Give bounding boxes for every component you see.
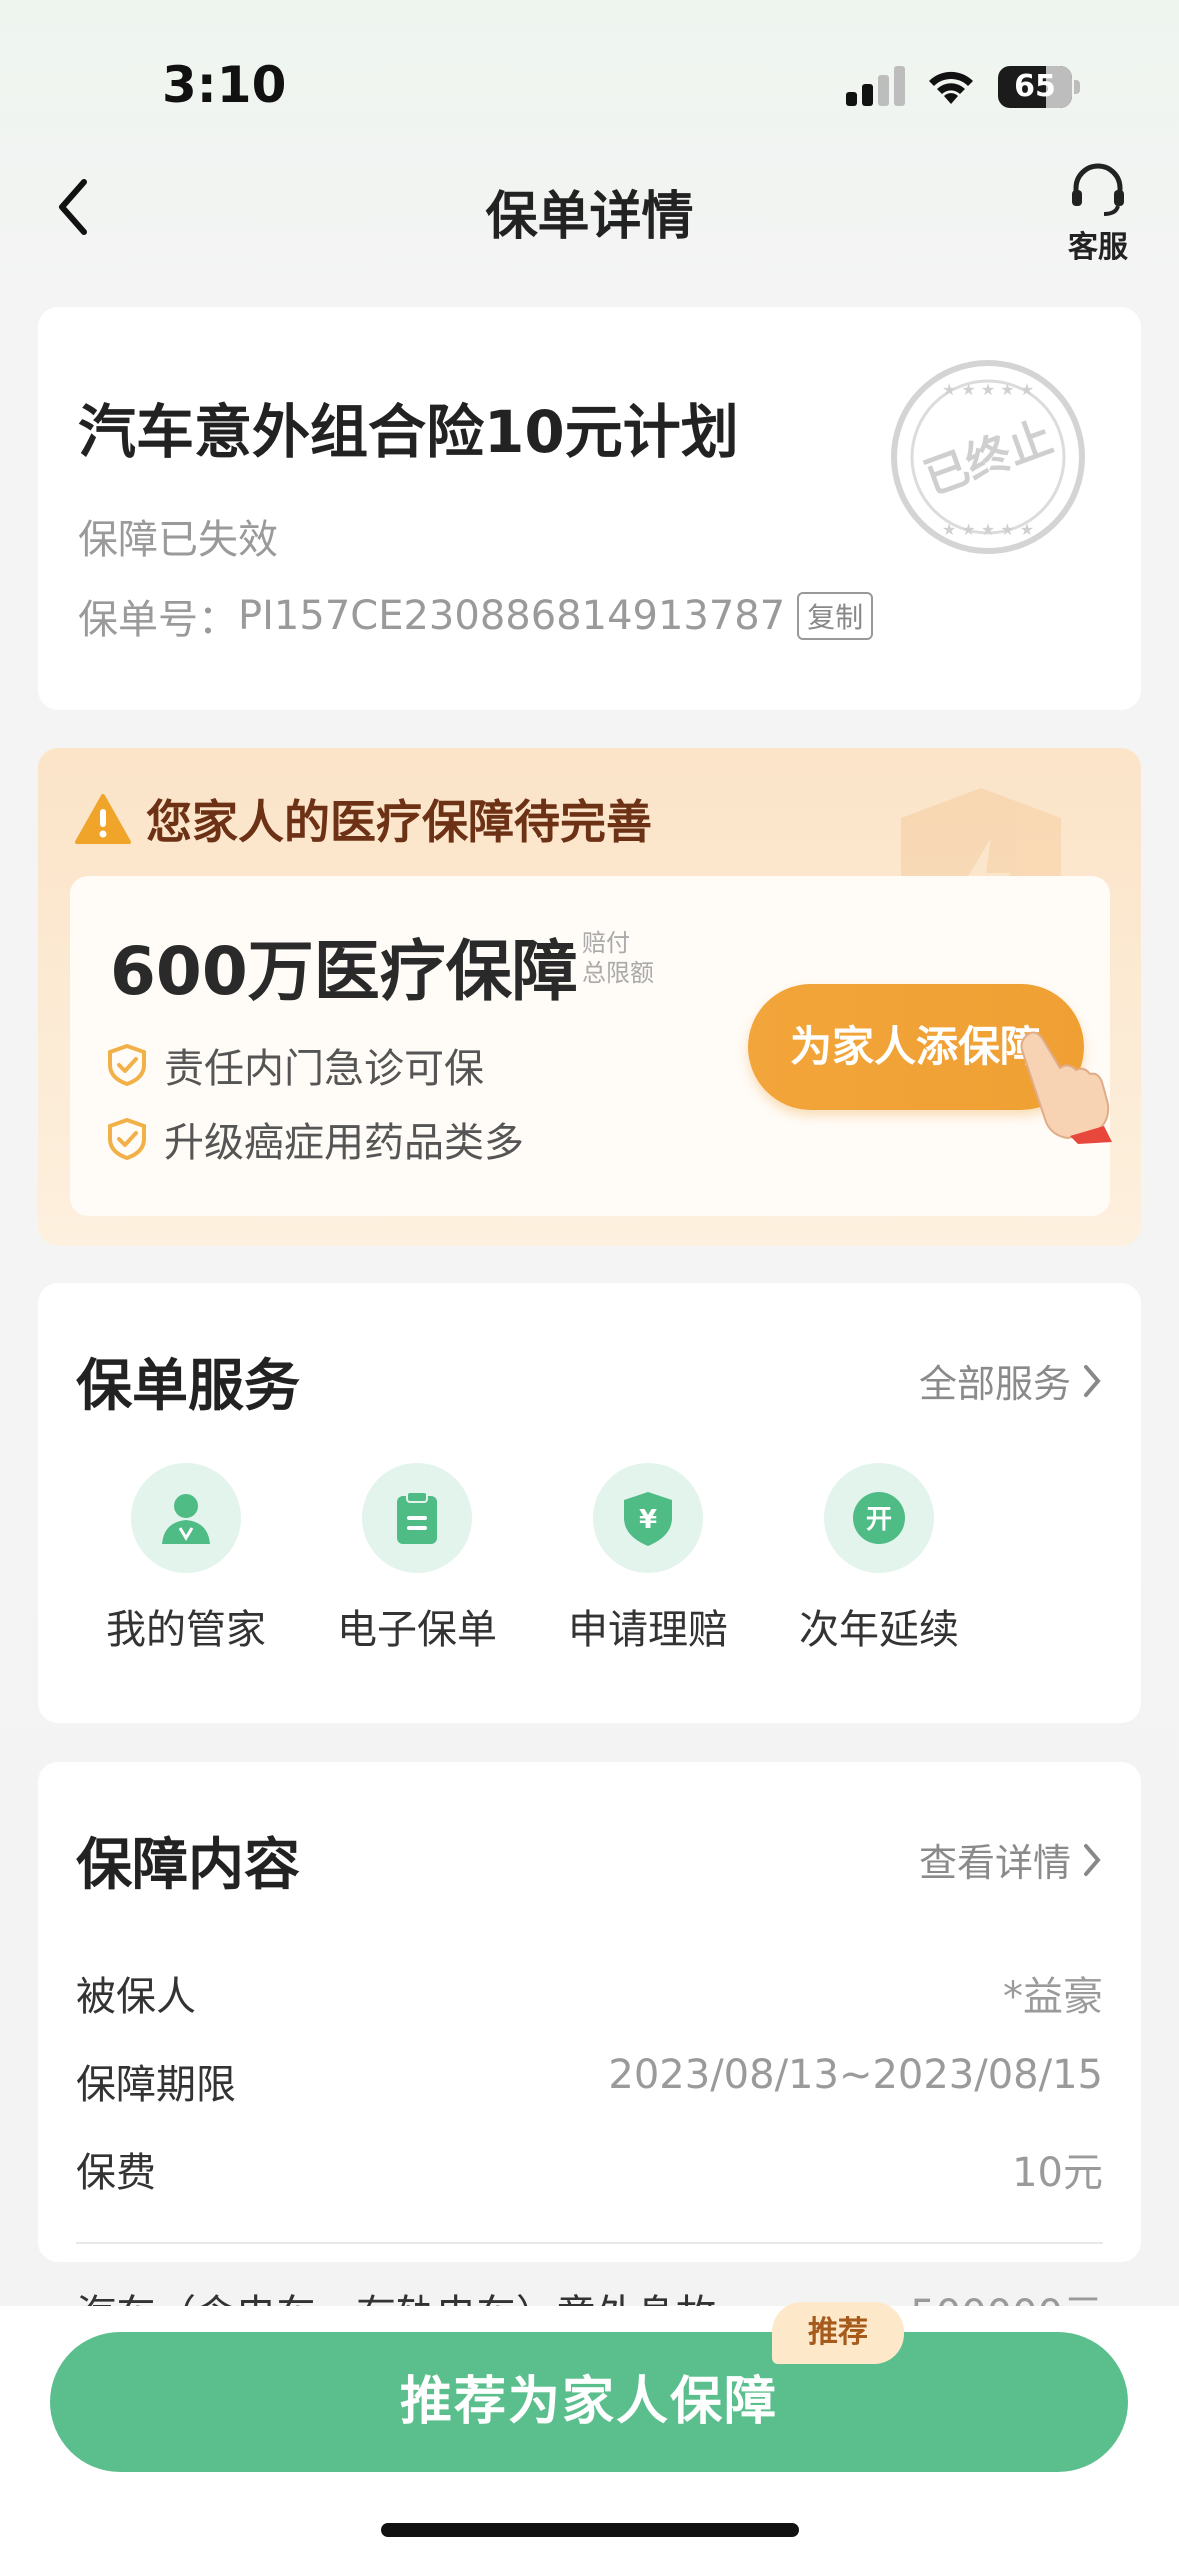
coverage-card: 保障内容 查看详情 被保人 *益豪 保障期限 2023/08/13~2023/0… xyxy=(38,1762,1141,2338)
recommend-family-coverage-button[interactable]: 推荐为家人保障 xyxy=(50,2332,1128,2472)
service-claim[interactable]: ¥ 申请理赔 xyxy=(548,1463,748,1655)
service-renew[interactable]: 开 次年延续 xyxy=(779,1463,979,1655)
view-details-link[interactable]: 查看详情 xyxy=(919,1832,1103,1887)
shield-check-icon xyxy=(108,1117,146,1161)
coverage-key: 保费 xyxy=(76,2150,156,2196)
coverage-value: 2023/08/13~2023/08/15 xyxy=(608,2052,1103,2098)
coverage-value: *益豪 xyxy=(1003,1974,1103,2020)
coverage-key: 保障期限 xyxy=(76,2062,236,2108)
promo-amount-note: 赔付 总限额 xyxy=(582,928,662,988)
policy-number-label: 保单号： xyxy=(78,597,238,643)
customer-service-button[interactable]: 客服 xyxy=(1053,160,1143,270)
service-label: 电子保单 xyxy=(337,1607,497,1653)
stamp-text: 已终止 xyxy=(918,412,1059,505)
view-details-label: 查看详情 xyxy=(918,1841,1071,1885)
policy-number-row: 保单号： PI157CE230886814913787 复制 xyxy=(78,587,874,645)
coverage-value: 10元 xyxy=(1012,2150,1103,2196)
service-my-butler[interactable]: 我的管家 xyxy=(86,1463,286,1655)
divider xyxy=(76,2242,1103,2244)
service-label: 次年延续 xyxy=(799,1607,959,1653)
coverage-row-premium: 保费 10元 xyxy=(76,2140,1103,2198)
promo-feature-text-1: 责任内门急诊可保 xyxy=(164,1046,484,1092)
renew-glyph: 开 xyxy=(866,1505,892,1535)
coverage-title: 保障内容 xyxy=(76,1833,300,1898)
svg-text:★ ★ ★ ★ ★: ★ ★ ★ ★ ★ xyxy=(942,520,1034,539)
claim-icon: ¥ xyxy=(593,1463,703,1573)
chevron-right-icon xyxy=(1084,1843,1101,1876)
renew-icon: 开 xyxy=(824,1463,934,1573)
coverage-key: 被保人 xyxy=(76,1974,196,2020)
terminated-stamp: ★ ★ ★ ★ ★ ★ ★ ★ ★ ★ 已终止 xyxy=(888,357,1088,557)
promo-offer-box: 600万医疗保障 赔付 总限额 责任内门急诊可保 升级癌症用药品类多 为家人添保… xyxy=(70,876,1110,1216)
policy-card: 汽车意外组合险10元计划 保障已失效 保单号： PI157CE230886814… xyxy=(38,307,1141,710)
battery-icon: 65 xyxy=(998,66,1080,108)
services-title: 保单服务 xyxy=(76,1354,300,1419)
headset-icon xyxy=(1072,163,1124,216)
promo-feature-text-2: 升级癌症用药品类多 xyxy=(164,1120,524,1166)
status-time: 3:10 xyxy=(162,56,287,114)
svg-text:★ ★ ★ ★ ★: ★ ★ ★ ★ ★ xyxy=(942,380,1034,399)
family-medical-promo[interactable]: 您家人的医疗保障待完善 600万医疗保障 赔付 总限额 责任内门急诊可保 升级癌… xyxy=(38,748,1141,1246)
pointing-hand-icon xyxy=(1020,1031,1112,1144)
coverage-row-insured: 被保人 *益豪 xyxy=(76,1964,1103,2022)
cellular-signal-icon xyxy=(846,64,906,106)
customer-service-label: 客服 xyxy=(1068,230,1128,265)
wifi-icon xyxy=(929,71,973,104)
nav-bar: 保单详情 客服 xyxy=(0,150,1179,270)
chevron-right-icon xyxy=(1084,1364,1101,1397)
bottom-action-bar: 推荐为家人保障 推荐 xyxy=(0,2302,1179,2556)
home-indicator[interactable] xyxy=(381,2523,799,2537)
service-label: 我的管家 xyxy=(106,1607,266,1653)
butler-icon xyxy=(131,1463,241,1573)
promo-title: 您家人的医疗保障待完善 xyxy=(146,795,652,849)
promo-note-line-2: 总限额 xyxy=(582,959,654,987)
policy-status: 保障已失效 xyxy=(78,517,278,563)
policy-number: PI157CE230886814913787 xyxy=(238,593,786,639)
page-title: 保单详情 xyxy=(485,187,694,247)
battery-level: 65 xyxy=(1014,69,1056,104)
policy-services-card: 保单服务 全部服务 我的管家 电子保单 ¥ 申请理赔 开 次年延续 xyxy=(38,1283,1141,1723)
promo-amount: 600万医疗保障 xyxy=(110,933,578,1010)
copy-button[interactable]: 复制 xyxy=(797,592,874,640)
coverage-row-period: 保障期限 2023/08/13~2023/08/15 xyxy=(76,2052,1103,2110)
policy-name: 汽车意外组合险10元计划 xyxy=(78,398,739,466)
recommend-badge: 推荐 xyxy=(772,2302,904,2364)
shield-check-icon xyxy=(108,1043,146,1087)
promo-header: 您家人的医疗保障待完善 xyxy=(74,786,652,852)
service-e-policy[interactable]: 电子保单 xyxy=(317,1463,517,1655)
e-policy-icon xyxy=(362,1463,472,1573)
promo-note-line-1: 赔付 xyxy=(582,929,630,957)
status-bar: 3:10 65 xyxy=(0,0,1179,170)
promo-feature-1: 责任内门急诊可保 xyxy=(106,1036,484,1094)
svg-text:¥: ¥ xyxy=(639,1505,657,1535)
warning-icon xyxy=(75,794,131,844)
service-label: 申请理赔 xyxy=(568,1607,728,1653)
all-services-link[interactable]: 全部服务 xyxy=(919,1353,1103,1408)
promo-feature-2: 升级癌症用药品类多 xyxy=(106,1110,524,1168)
all-services-label: 全部服务 xyxy=(918,1362,1071,1406)
